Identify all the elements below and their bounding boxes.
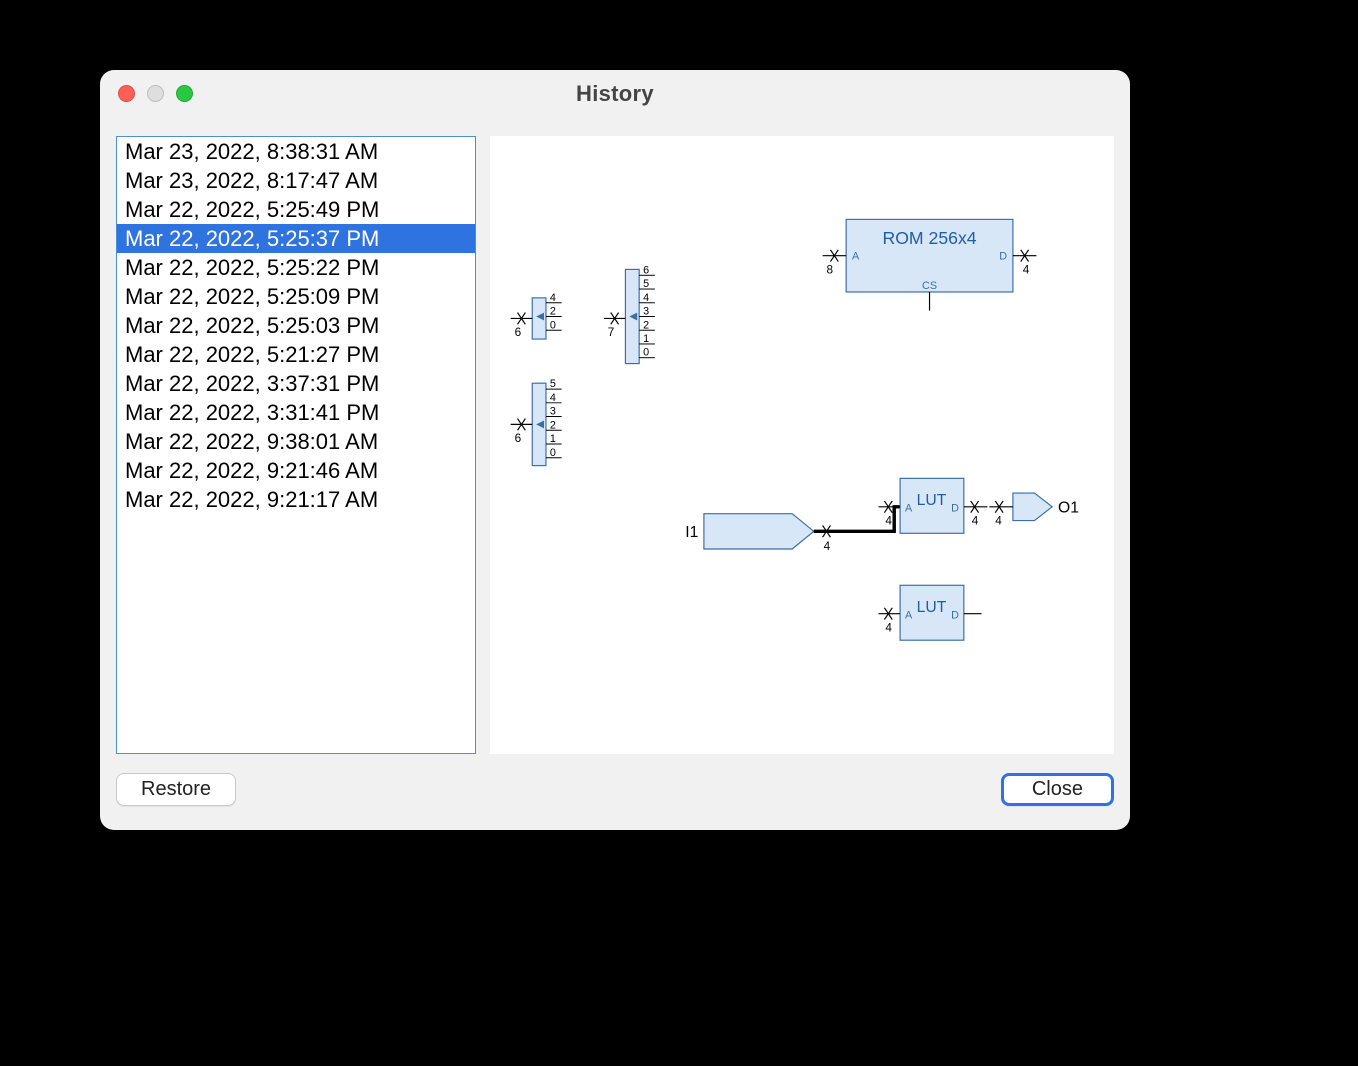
history-item[interactable]: Mar 22, 2022, 3:31:41 PM xyxy=(117,398,475,427)
history-item[interactable]: Mar 22, 2022, 9:21:17 AM xyxy=(117,485,475,514)
svg-text:3: 3 xyxy=(550,406,556,418)
svg-text:I1: I1 xyxy=(685,524,698,541)
svg-text:0: 0 xyxy=(550,319,556,331)
svg-text:CS: CS xyxy=(922,280,937,292)
history-item[interactable]: Mar 22, 2022, 9:21:46 AM xyxy=(117,456,475,485)
svg-text:0: 0 xyxy=(643,347,649,359)
history-item[interactable]: Mar 22, 2022, 5:25:22 PM xyxy=(117,253,475,282)
history-list[interactable]: Mar 23, 2022, 8:38:31 AMMar 23, 2022, 8:… xyxy=(116,136,476,754)
svg-text:6: 6 xyxy=(643,264,649,276)
svg-text:4: 4 xyxy=(885,514,892,527)
svg-text:2: 2 xyxy=(550,306,556,318)
svg-text:2: 2 xyxy=(550,419,556,431)
svg-text:A: A xyxy=(905,610,913,622)
svg-text:D: D xyxy=(999,251,1007,263)
output-pin-o1: O1 4 xyxy=(989,493,1079,527)
svg-text:A: A xyxy=(905,503,913,515)
history-item[interactable]: Mar 22, 2022, 5:25:49 PM xyxy=(117,195,475,224)
svg-text:4: 4 xyxy=(643,292,649,304)
svg-text:6: 6 xyxy=(515,326,522,339)
svg-text:5: 5 xyxy=(550,378,556,390)
circuit-preview: ROM 256x4 A D CS 8 4 xyxy=(490,136,1114,754)
svg-text:2: 2 xyxy=(643,319,649,331)
zoom-window-icon[interactable] xyxy=(176,85,193,102)
svg-text:A: A xyxy=(852,251,860,263)
circuit-canvas: ROM 256x4 A D CS 8 4 xyxy=(490,136,1114,754)
svg-text:7: 7 xyxy=(608,326,615,339)
history-window: History Mar 23, 2022, 8:38:31 AMMar 23, … xyxy=(100,70,1130,830)
svg-text:8: 8 xyxy=(827,263,834,276)
svg-text:5: 5 xyxy=(643,278,649,290)
svg-text:LUT: LUT xyxy=(917,599,947,616)
splitter-2: 7 6 5 4 3 2 1 0 xyxy=(604,264,655,363)
svg-text:4: 4 xyxy=(824,540,831,553)
history-item[interactable]: Mar 22, 2022, 3:37:31 PM xyxy=(117,369,475,398)
window-body: Mar 23, 2022, 8:38:31 AMMar 23, 2022, 8:… xyxy=(100,118,1130,762)
rom-component: ROM 256x4 A D CS 8 4 xyxy=(823,219,1037,310)
input-pin-i1: I1 4 xyxy=(685,507,900,553)
svg-text:LUT: LUT xyxy=(917,492,947,509)
splitter-1: 6 4 2 0 xyxy=(511,292,562,339)
svg-text:4: 4 xyxy=(550,292,556,304)
svg-text:4: 4 xyxy=(995,514,1002,527)
svg-text:0: 0 xyxy=(550,447,556,459)
svg-text:4: 4 xyxy=(1023,263,1030,276)
svg-text:ROM 256x4: ROM 256x4 xyxy=(882,228,976,248)
close-window-icon[interactable] xyxy=(118,85,135,102)
window-title: History xyxy=(576,81,654,107)
history-item[interactable]: Mar 23, 2022, 8:17:47 AM xyxy=(117,166,475,195)
close-button[interactable]: Close xyxy=(1001,773,1114,806)
svg-text:D: D xyxy=(951,503,959,515)
history-item[interactable]: Mar 23, 2022, 8:38:31 AM xyxy=(117,137,475,166)
svg-text:6: 6 xyxy=(515,432,522,445)
footer: Restore Close xyxy=(100,762,1130,830)
minimize-window-icon[interactable] xyxy=(147,85,164,102)
svg-text:D: D xyxy=(951,610,959,622)
history-item[interactable]: Mar 22, 2022, 5:25:09 PM xyxy=(117,282,475,311)
svg-text:3: 3 xyxy=(643,306,649,318)
svg-text:4: 4 xyxy=(550,392,556,404)
splitter-3: 6 5 4 3 2 1 0 xyxy=(511,378,562,465)
restore-button[interactable]: Restore xyxy=(116,773,236,806)
svg-text:4: 4 xyxy=(972,514,979,527)
history-item[interactable]: Mar 22, 2022, 9:38:01 AM xyxy=(117,427,475,456)
history-item[interactable]: Mar 22, 2022, 5:25:37 PM xyxy=(117,224,475,253)
lut-2-component: LUT A D 4 xyxy=(879,585,982,640)
svg-text:O1: O1 xyxy=(1058,500,1079,517)
window-controls xyxy=(118,85,193,102)
history-item[interactable]: Mar 22, 2022, 5:25:03 PM xyxy=(117,311,475,340)
svg-text:1: 1 xyxy=(550,433,556,445)
svg-text:4: 4 xyxy=(885,621,892,634)
history-item[interactable]: Mar 22, 2022, 5:21:27 PM xyxy=(117,340,475,369)
svg-text:1: 1 xyxy=(643,333,649,345)
titlebar: History xyxy=(100,70,1130,118)
